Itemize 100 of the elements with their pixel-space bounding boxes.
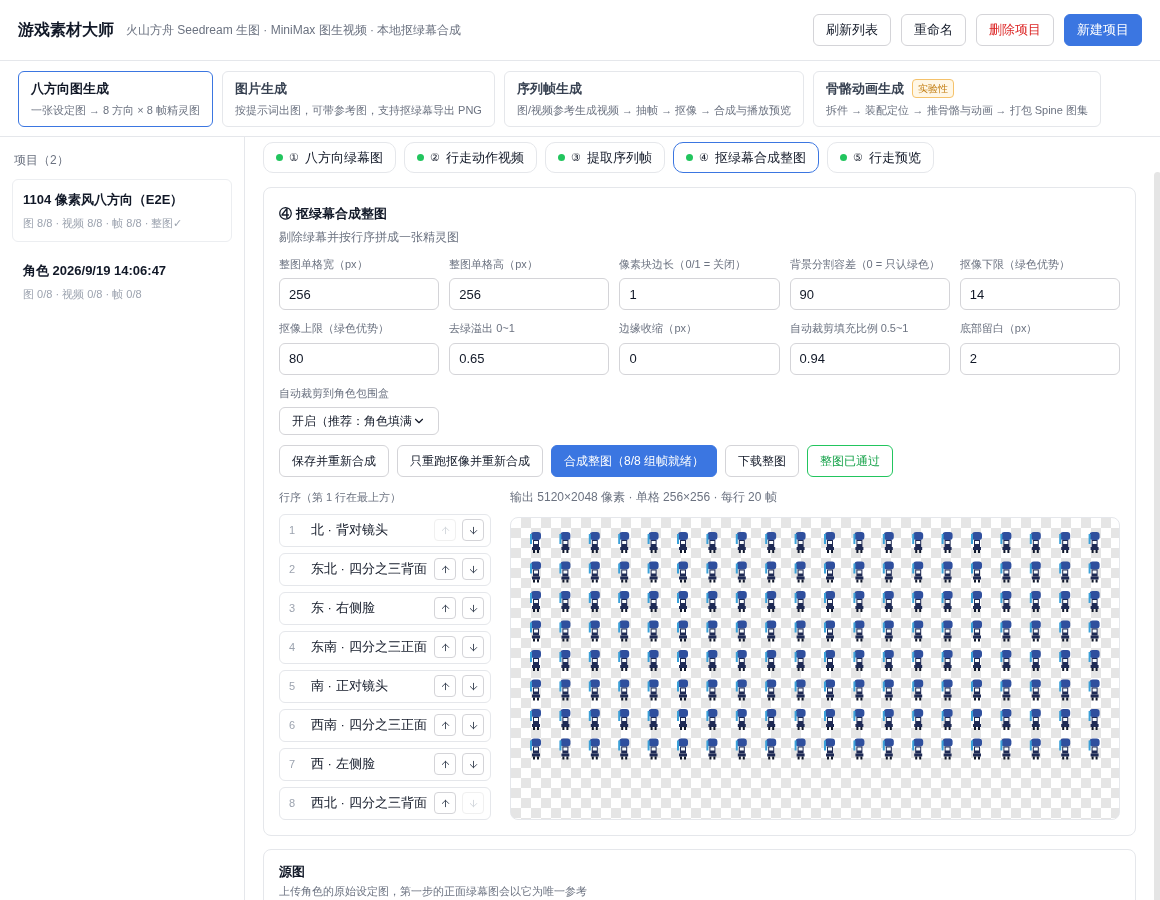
move-down-button[interactable] — [462, 558, 484, 580]
direction-label: 东 · 右侧脸 — [311, 599, 375, 618]
move-down-button[interactable] — [462, 675, 484, 697]
mode-description: 拆件 → 装配定位 → 推骨骼与动画 → 打包 Spine 图集 — [826, 103, 1088, 118]
field-label: 自动裁剪到角色包围盒 — [279, 385, 390, 401]
move-down-button[interactable] — [462, 753, 484, 775]
input-field[interactable]: 80 — [279, 342, 440, 375]
row-number: 5 — [289, 678, 297, 694]
project-name: 角色 2026/9/19 14:06:47 — [23, 262, 168, 280]
field-label: 边缘收缩（px） — [619, 321, 698, 336]
arrow-up-icon — [439, 641, 451, 653]
arrow-down-icon — [467, 719, 479, 731]
sidebar-heading: 项目（2） — [13, 152, 70, 169]
arrow-up-icon — [439, 758, 451, 770]
row-number: 4 — [289, 639, 297, 655]
mode-tab[interactable]: 图片生成 按提示词出图，可带参考图，支持抠绿幕导出 PNG — [222, 70, 495, 127]
input-field[interactable]: 2 — [959, 342, 1120, 375]
header-button[interactable]: 重命名 — [901, 14, 966, 46]
field-label: 抠像下限（绿色优势） — [959, 256, 1071, 272]
mode-tab[interactable]: 骨骼动画生成 实验性 拆件 → 装配定位 → 推骨骼与动画 → 打包 Spine 图集 — [813, 70, 1101, 127]
direction-label: 西北 · 四分之三背面 — [311, 794, 427, 813]
row-number: 6 — [289, 717, 297, 733]
input-field[interactable]: 256 — [449, 278, 610, 310]
header-button[interactable]: 删除项目 — [976, 14, 1054, 46]
direction-label: 东南 · 四分之三正面 — [311, 638, 427, 657]
source-title: 源图 — [279, 862, 306, 881]
app-subtitle: 火山方舟 Seedream 生图 · MiniMax 图生视频 · 本地抠绿幕合成 — [126, 22, 462, 39]
move-up-button[interactable] — [434, 714, 456, 736]
project-name: 1104 像素风八方向（E2E） — [23, 191, 185, 209]
row-number: 1 — [289, 522, 297, 538]
move-up-button[interactable] — [434, 675, 456, 697]
field-label: 去绿溢出 0~1 — [449, 321, 516, 336]
input-field[interactable]: 0.65 — [449, 342, 610, 375]
project-item[interactable]: 角色 2026/9/19 14:06:47 图 0/8 · 视频 0/8 · 帧 0/8 — [12, 250, 232, 313]
move-up-button[interactable] — [434, 792, 456, 814]
input-field[interactable]: 14 — [959, 278, 1120, 310]
project-meta: 图 0/8 · 视频 0/8 · 帧 0/8 — [23, 286, 143, 302]
arrow-down-icon — [467, 641, 479, 653]
mode-title: 八方向图生成 — [31, 79, 109, 98]
arrow-up-icon — [439, 563, 451, 575]
field-label: 像素块边长（0/1 = 关闭） — [619, 256, 748, 272]
step-tab[interactable]: ③ 提取序列帧 — [545, 142, 665, 173]
move-up-button[interactable] — [434, 636, 456, 658]
mode-description: 按提示词出图，可带参考图，支持抠绿幕导出 PNG — [235, 103, 482, 118]
header-button[interactable]: 新建项目 — [1064, 14, 1142, 46]
arrow-down-icon — [467, 758, 479, 770]
input-field[interactable]: 1 — [619, 278, 780, 310]
crop-select[interactable]: 开启（推荐：角色填满 — [279, 407, 439, 435]
mode-description: 一张设定图 → 8 方向 × 8 帧精灵图 — [31, 103, 200, 118]
arrow-up-icon — [439, 797, 451, 809]
arrow-up-icon — [439, 524, 451, 536]
move-up-button[interactable] — [434, 753, 456, 775]
arrow-down-icon — [467, 563, 479, 575]
mode-tab[interactable]: 八方向图生成 一张设定图 → 8 方向 × 8 帧精灵图 — [18, 70, 213, 127]
arrow-up-icon — [439, 680, 451, 692]
field-label: 自动裁剪填充比例 0.5~1 — [789, 321, 910, 336]
project-item[interactable]: 1104 像素风八方向（E2E） 图 8/8 · 视频 8/8 · 帧 8/8 · 整图✓ — [12, 179, 232, 242]
move-down-button[interactable] — [462, 714, 484, 736]
move-up-button[interactable] — [434, 597, 456, 619]
order-heading: 行序（第 1 行在最上方） — [279, 490, 403, 505]
direction-label: 南 · 正对镜头 — [311, 677, 388, 696]
action-button[interactable]: 合成整图（8/8 组帧就绪） — [551, 445, 717, 477]
step-tab[interactable]: ① 八方向绿幕图 — [263, 142, 396, 173]
direction-label: 西南 · 四分之三正面 — [311, 716, 427, 735]
action-button[interactable]: 保存并重新合成 — [279, 445, 389, 477]
direction-label: 西 · 左侧脸 — [311, 755, 375, 774]
action-button[interactable]: 下载整图 — [725, 445, 799, 477]
row-number: 7 — [289, 756, 297, 772]
action-button[interactable]: 只重跑抠像并重新合成 — [397, 445, 543, 477]
step-tab[interactable]: ④ 抠绿幕合成整图 — [673, 142, 819, 173]
step-tab[interactable]: ⑤ 行走预览 — [827, 142, 934, 173]
arrow-down-icon — [467, 797, 479, 809]
arrow-down-icon — [467, 524, 479, 536]
field-label: 整图单格高（px） — [449, 256, 539, 272]
move-down-button[interactable] — [462, 519, 484, 541]
step-tab[interactable]: ② 行走动作视频 — [404, 142, 537, 173]
project-meta: 图 8/8 · 视频 8/8 · 帧 8/8 · 整图✓ — [23, 215, 184, 231]
mode-tab[interactable]: 序列帧生成 图/视频参考生成视频 → 抽帧 → 抠像 → 合成与播放预览 — [503, 70, 805, 127]
input-field[interactable]: 0.94 — [789, 342, 950, 375]
input-field[interactable]: 0 — [619, 342, 780, 375]
move-down-button[interactable] — [462, 636, 484, 658]
mode-description: 图/视频参考生成视频 → 抽帧 → 抠像 → 合成与播放预览 — [516, 103, 792, 118]
field-label: 整图单格宽（px） — [279, 256, 369, 272]
action-button[interactable]: 整图已通过 — [807, 445, 893, 477]
move-up-button[interactable] — [434, 558, 456, 580]
experimental-badge: 实验性 — [912, 78, 955, 98]
row-number: 3 — [289, 600, 297, 616]
input-field[interactable]: 90 — [789, 278, 950, 310]
field-label: 底部留白（px） — [959, 321, 1039, 336]
output-info: 输出 5120×2048 像素 · 单格 256×256 · 每行 20 帧 — [510, 489, 778, 506]
row-number: 8 — [289, 795, 297, 811]
panel-title: ④ 抠绿幕合成整图 — [279, 205, 388, 223]
mode-title: 骨骼动画生成 — [826, 79, 905, 98]
arrow-down-icon — [467, 602, 479, 614]
move-down-button[interactable] — [462, 597, 484, 619]
input-field[interactable]: 256 — [279, 278, 440, 310]
panel-description: 剔除绿幕并按行序拼成一张精灵图 — [279, 228, 460, 246]
header-button[interactable]: 刷新列表 — [813, 14, 891, 46]
app-title: 游戏素材大师 — [18, 20, 114, 40]
arrow-down-icon — [467, 680, 479, 692]
